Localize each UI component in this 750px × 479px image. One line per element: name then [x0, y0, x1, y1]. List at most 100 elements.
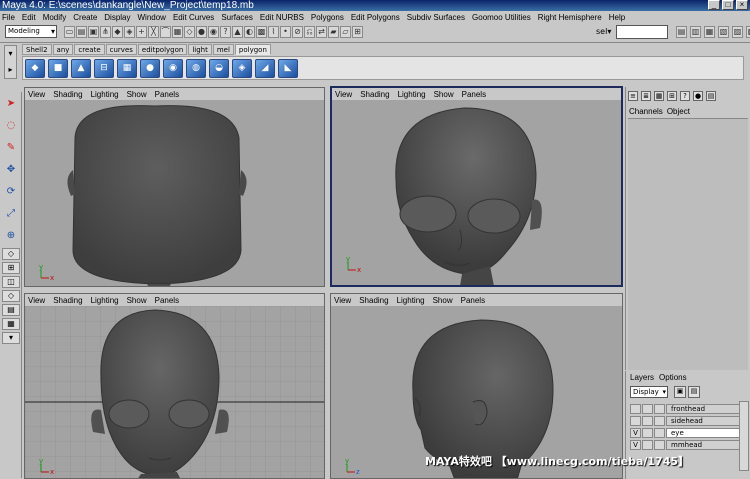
vp-menu-view[interactable]: View: [334, 296, 351, 305]
layer-type[interactable]: [642, 415, 653, 426]
poly-cut-icon[interactable]: ◒: [209, 59, 229, 78]
layer-row[interactable]: V mmhead: [630, 439, 740, 450]
input-output-icon[interactable]: ⇄: [316, 26, 327, 38]
layout-two-icon[interactable]: ◫: [2, 276, 20, 288]
menu-modify[interactable]: Modify: [43, 13, 67, 22]
menu-file[interactable]: File: [2, 13, 15, 22]
new-layer-selected-icon[interactable]: ▤: [688, 386, 700, 398]
layer-color-icon[interactable]: [654, 403, 665, 414]
layer-row[interactable]: V eye: [630, 427, 740, 438]
menu-edit-polygons[interactable]: Edit Polygons: [351, 13, 400, 22]
layers-menu[interactable]: Layers: [630, 373, 654, 382]
layer-visibility[interactable]: V: [630, 439, 641, 450]
poly-smooth-icon[interactable]: ◉: [163, 59, 183, 78]
toggle-tool-settings-icon[interactable]: ▥: [690, 26, 701, 38]
menu-surfaces[interactable]: Surfaces: [221, 13, 253, 22]
selection-mode-label[interactable]: sel▾: [596, 27, 611, 36]
channel-grid-icon[interactable]: ▦: [654, 91, 664, 101]
history-icon[interactable]: ⎌: [304, 26, 315, 38]
menu-subdiv-surfaces[interactable]: Subdiv Surfaces: [407, 13, 465, 22]
toggle-layout-icon[interactable]: ▨: [732, 26, 743, 38]
viewport-top-right[interactable]: View Shading Lighting Show Panels y x: [330, 86, 623, 287]
snap-curve-icon[interactable]: ⌇: [268, 26, 279, 38]
toggle-sidebar-icon[interactable]: ▩: [746, 26, 750, 38]
poly-sphere-icon[interactable]: ◍: [186, 59, 206, 78]
layer-type[interactable]: [642, 439, 653, 450]
shelf-tab-curves[interactable]: curves: [105, 44, 137, 55]
poly-append-icon[interactable]: ◣: [278, 59, 298, 78]
menu-polygons[interactable]: Polygons: [311, 13, 344, 22]
vp-menu-panels[interactable]: Panels: [155, 296, 179, 305]
layer-name[interactable]: mmhead: [666, 439, 740, 450]
move-tool-icon[interactable]: ✥: [2, 160, 20, 180]
lasso-tool-icon[interactable]: ◌: [2, 116, 20, 136]
layer-row[interactable]: sidehead: [630, 415, 740, 426]
menu-window[interactable]: Window: [138, 13, 166, 22]
handle-icon[interactable]: +: [136, 26, 147, 38]
channel-box-area[interactable]: [628, 118, 748, 370]
options-menu[interactable]: Options: [659, 373, 687, 382]
poly-extrude-icon[interactable]: ▲: [71, 59, 91, 78]
manipulator-tool-icon[interactable]: ⊕: [2, 226, 20, 246]
scale-tool-icon[interactable]: ⤢: [2, 204, 20, 224]
menu-right-hemisphere[interactable]: Right Hemisphere: [538, 13, 602, 22]
vp-menu-shading[interactable]: Shading: [53, 296, 82, 305]
layer-color-icon[interactable]: [654, 415, 665, 426]
layer-visibility[interactable]: [630, 403, 641, 414]
shelf-tab-light[interactable]: light: [188, 44, 212, 55]
lock-selection-icon[interactable]: ▲: [232, 26, 243, 38]
render-globals-icon[interactable]: ⊞: [352, 26, 363, 38]
layout-outliner-icon[interactable]: ▤: [2, 304, 20, 316]
channel-list-icon[interactable]: ≡: [628, 91, 638, 101]
select-component-icon[interactable]: ◈: [124, 26, 135, 38]
viewport-bottom-left[interactable]: View Shading Lighting Show Panels y x: [24, 293, 325, 479]
object-menu[interactable]: Object: [667, 107, 690, 116]
poly-checker-icon[interactable]: ▦: [117, 59, 137, 78]
select-hierarchy-icon[interactable]: ⋔: [100, 26, 111, 38]
surface-icon[interactable]: ▦: [172, 26, 183, 38]
paint-tool-icon[interactable]: ✎: [2, 138, 20, 158]
toggle-layer-editor-icon[interactable]: ▧: [718, 26, 729, 38]
channel-sphere-icon[interactable]: ●: [693, 91, 703, 101]
channel-help-icon[interactable]: ?: [680, 91, 690, 101]
ipr-render-icon[interactable]: ▱: [340, 26, 351, 38]
poly-merge-icon[interactable]: ●: [140, 59, 160, 78]
vp-menu-lighting[interactable]: Lighting: [91, 296, 119, 305]
shelf-tab-create[interactable]: create: [74, 44, 105, 55]
deform-icon[interactable]: ◇: [184, 26, 195, 38]
new-layer-icon[interactable]: ▣: [674, 386, 686, 398]
menu-display[interactable]: Display: [104, 13, 130, 22]
channel-layer-icon[interactable]: ▤: [706, 91, 716, 101]
layer-visibility[interactable]: V: [630, 427, 641, 438]
joint-icon[interactable]: ╳: [148, 26, 159, 38]
vp-menu-show[interactable]: Show: [127, 90, 147, 99]
select-tool-icon[interactable]: ➤: [2, 94, 20, 114]
snap-grid-icon[interactable]: ▩: [256, 26, 267, 38]
layer-name[interactable]: fronthead: [666, 403, 740, 414]
layer-name[interactable]: eye: [666, 427, 740, 438]
save-scene-icon[interactable]: ▣: [88, 26, 99, 38]
curve-icon[interactable]: ⌒: [160, 26, 171, 38]
vp-menu-lighting[interactable]: Lighting: [397, 296, 425, 305]
poly-cube-icon[interactable]: ■: [48, 59, 68, 78]
toggle-channel-box-icon[interactable]: ▦: [704, 26, 715, 38]
maximize-button[interactable]: □: [722, 0, 734, 10]
poly-plane-icon[interactable]: ◆: [25, 59, 45, 78]
channels-menu[interactable]: Channels: [629, 107, 663, 116]
layer-scrollbar[interactable]: [739, 401, 749, 471]
vp-menu-lighting[interactable]: Lighting: [91, 90, 119, 99]
layout-graph-icon[interactable]: ▦: [2, 318, 20, 330]
shelf-tab-mel[interactable]: mel: [212, 44, 234, 55]
dynamic-icon[interactable]: ●: [196, 26, 207, 38]
layer-color-icon[interactable]: [654, 439, 665, 450]
render-icon[interactable]: ▰: [328, 26, 339, 38]
snap-point-icon[interactable]: •: [280, 26, 291, 38]
menu-goomoo-utilities[interactable]: Goomoo Utilities: [472, 13, 531, 22]
layer-row[interactable]: fronthead: [630, 403, 740, 414]
toggle-attribute-editor-icon[interactable]: ▤: [676, 26, 687, 38]
poly-wedge-icon[interactable]: ◢: [255, 59, 275, 78]
shelf-tab-polygon[interactable]: polygon: [234, 44, 271, 55]
vp-menu-show[interactable]: Show: [127, 296, 147, 305]
layout-single-icon[interactable]: ◇: [2, 248, 20, 260]
poly-bevel-icon[interactable]: ◈: [232, 59, 252, 78]
